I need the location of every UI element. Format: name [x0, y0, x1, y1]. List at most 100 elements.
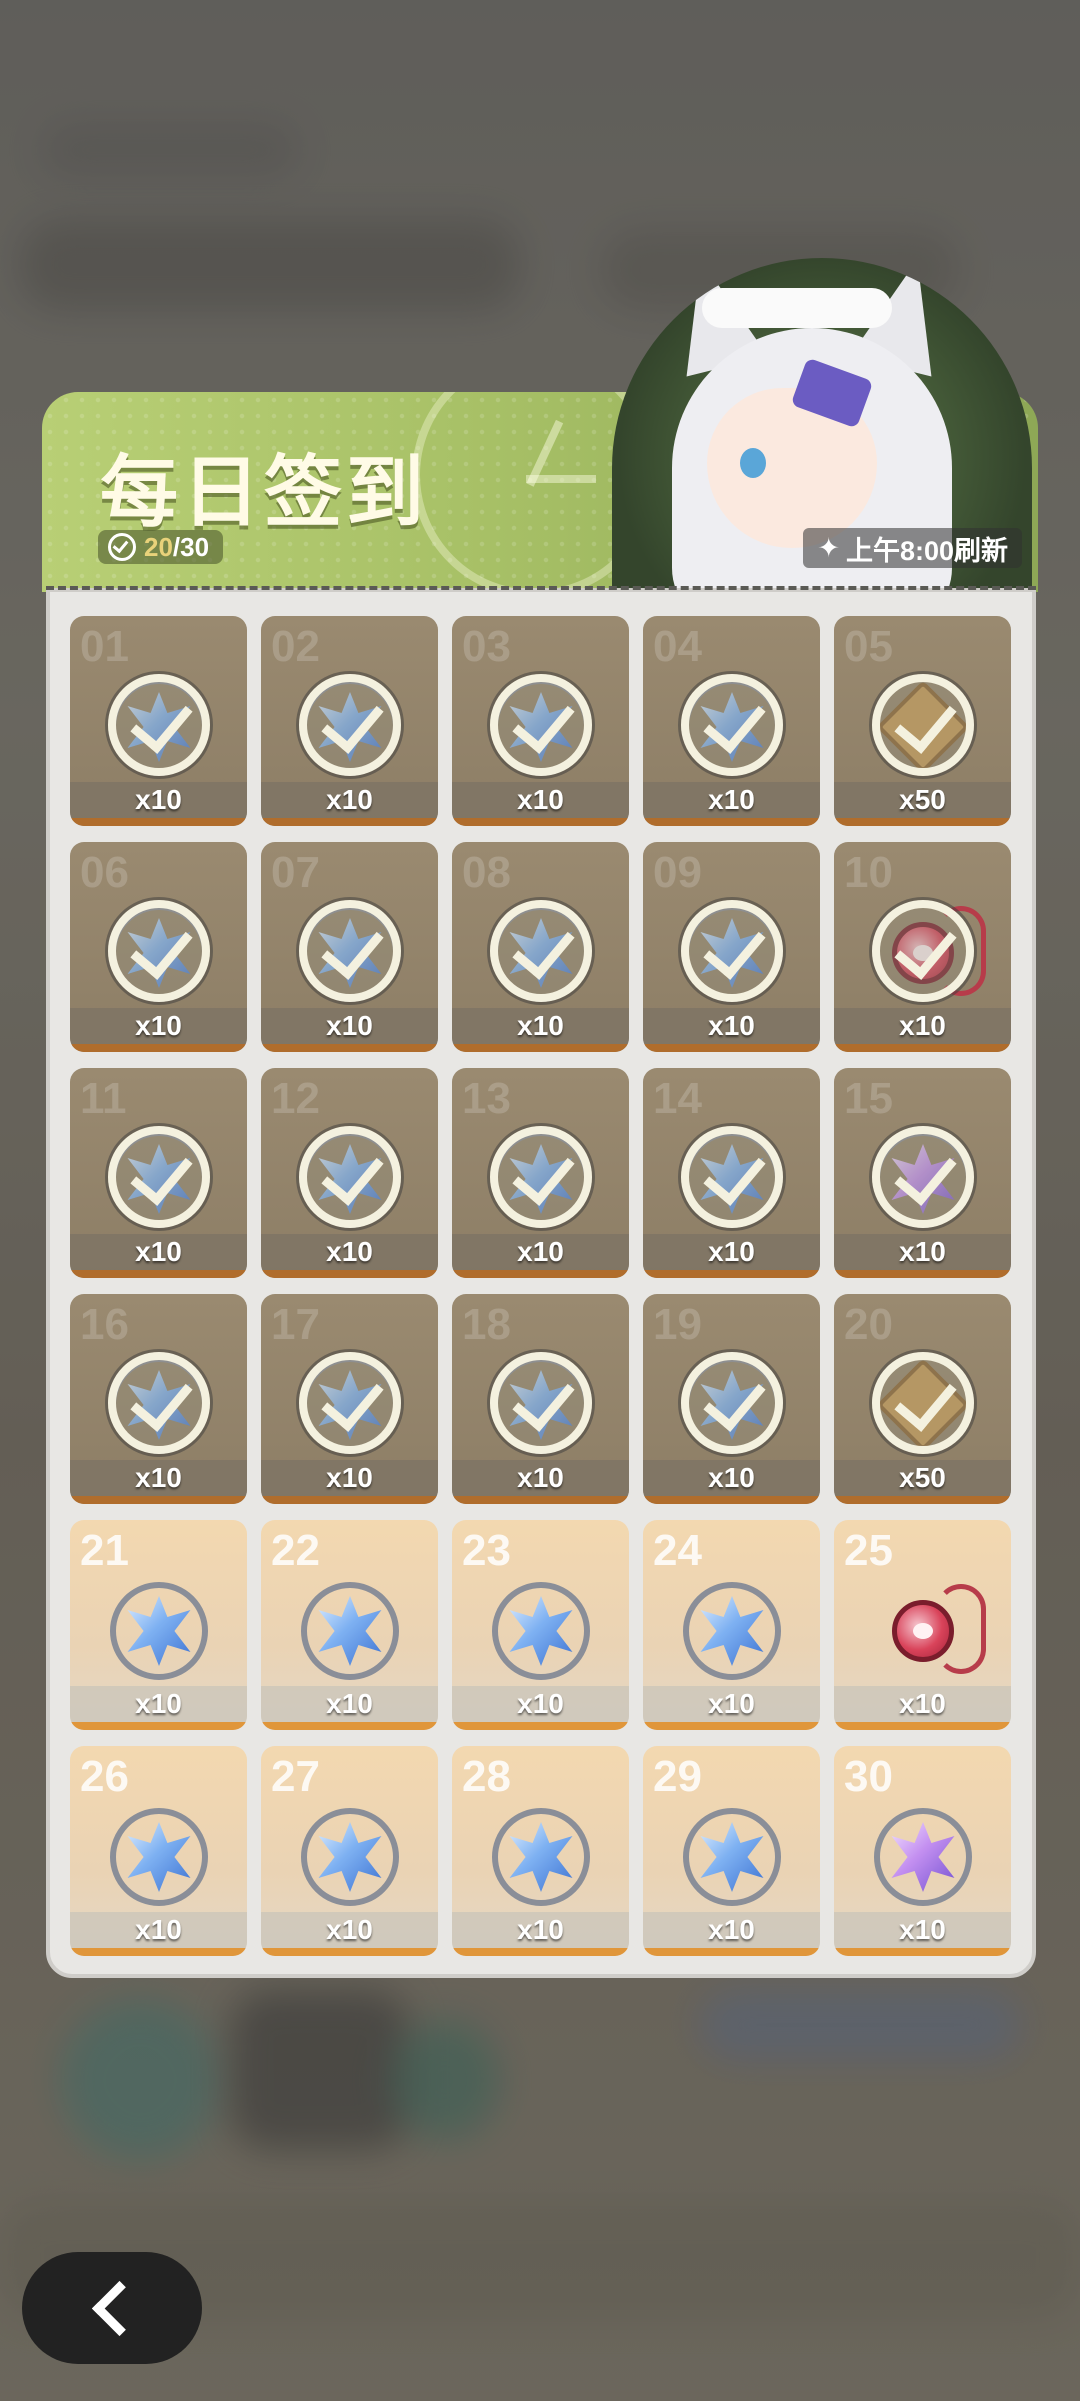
day-14-reward-tile[interactable]: 14 x10 [643, 1068, 820, 1278]
reward-quantity: x10 [899, 1688, 946, 1719]
back-button[interactable] [22, 2252, 202, 2364]
day-18-reward-tile[interactable]: 18 x10 [452, 1294, 629, 1504]
day-27-reward-tile[interactable]: 27 x10 [261, 1746, 438, 1956]
reward-quantity: x10 [708, 1010, 755, 1041]
claimed-check-icon [108, 674, 210, 776]
day-07-reward-tile[interactable]: 07 x10 [261, 842, 438, 1052]
reward-quantity: x10 [899, 1010, 946, 1041]
progress-total: /30 [172, 531, 210, 562]
day-20-reward-tile[interactable]: 20 x50 [834, 1294, 1011, 1504]
reward-quantity: x10 [326, 1236, 373, 1267]
day-number: 28 [462, 1752, 511, 1801]
day-number: 03 [462, 622, 511, 671]
chevron-left-icon [91, 2280, 147, 2336]
day-02-reward-tile[interactable]: 02 x10 [261, 616, 438, 826]
claimed-check-icon [299, 1352, 401, 1454]
day-22-reward-tile[interactable]: 22 x10 [261, 1520, 438, 1730]
day-number: 04 [653, 622, 702, 671]
reward-quantity: x10 [326, 1688, 373, 1719]
reward-quantity: x10 [708, 784, 755, 815]
day-number: 24 [653, 1526, 702, 1575]
day-number: 19 [653, 1300, 702, 1349]
blue-crystal-icon [301, 1808, 399, 1906]
day-03-reward-tile[interactable]: 03 x10 [452, 616, 629, 826]
reward-quantity: x10 [326, 1010, 373, 1041]
reward-quantity: x10 [135, 1462, 182, 1493]
claimed-check-icon [681, 900, 783, 1002]
day-29-reward-tile[interactable]: 29 x10 [643, 1746, 820, 1956]
sparkle-icon: ✦ [817, 532, 840, 563]
day-17-reward-tile[interactable]: 17 x10 [261, 1294, 438, 1504]
day-number: 08 [462, 848, 511, 897]
day-number: 26 [80, 1752, 129, 1801]
day-15-reward-tile[interactable]: 15 x10 [834, 1068, 1011, 1278]
claimed-check-icon [490, 1126, 592, 1228]
day-08-reward-tile[interactable]: 08 x10 [452, 842, 629, 1052]
day-number: 13 [462, 1074, 511, 1123]
day-12-reward-tile[interactable]: 12 x10 [261, 1068, 438, 1278]
day-26-reward-tile[interactable]: 26 x10 [70, 1746, 247, 1956]
day-number: 20 [844, 1300, 893, 1349]
blue-crystal-icon [110, 1808, 208, 1906]
day-24-reward-tile[interactable]: 24 x10 [643, 1520, 820, 1730]
claimed-check-icon [490, 900, 592, 1002]
reward-quantity: x50 [899, 1462, 946, 1493]
day-04-reward-tile[interactable]: 04 x10 [643, 616, 820, 826]
reward-quantity: x10 [517, 784, 564, 815]
refresh-text: 上午8:00刷新 [845, 535, 1008, 566]
reward-quantity: x10 [135, 1914, 182, 1945]
blue-crystal-icon [492, 1582, 590, 1680]
paw-charm-icon [874, 1582, 986, 1680]
day-number: 05 [844, 622, 893, 671]
reward-quantity: x10 [517, 1236, 564, 1267]
day-number: 12 [271, 1074, 320, 1123]
day-09-reward-tile[interactable]: 09 x10 [643, 842, 820, 1052]
blue-crystal-icon [683, 1808, 781, 1906]
reward-quantity: x10 [708, 1236, 755, 1267]
day-25-reward-tile[interactable]: 25 x10 [834, 1520, 1011, 1730]
claimed-check-icon [872, 1352, 974, 1454]
claimed-check-icon [490, 674, 592, 776]
day-30-reward-tile[interactable]: 30 x10 [834, 1746, 1011, 1956]
day-23-reward-tile[interactable]: 23 x10 [452, 1520, 629, 1730]
day-number: 22 [271, 1526, 320, 1575]
day-number: 18 [462, 1300, 511, 1349]
claimed-check-icon [299, 674, 401, 776]
day-number: 23 [462, 1526, 511, 1575]
reward-quantity: x10 [899, 1236, 946, 1267]
claimed-check-icon [681, 1126, 783, 1228]
day-number: 15 [844, 1074, 893, 1123]
day-11-reward-tile[interactable]: 11 x10 [70, 1068, 247, 1278]
claimed-check-icon [681, 1352, 783, 1454]
reward-quantity: x10 [135, 1010, 182, 1041]
claimed-check-icon [872, 674, 974, 776]
day-05-reward-tile[interactable]: 05 x50 [834, 616, 1011, 826]
blue-crystal-icon [301, 1582, 399, 1680]
day-number: 10 [844, 848, 893, 897]
claimed-check-icon [108, 1126, 210, 1228]
day-19-reward-tile[interactable]: 19 x10 [643, 1294, 820, 1504]
day-21-reward-tile[interactable]: 21 x10 [70, 1520, 247, 1730]
day-number: 14 [653, 1074, 702, 1123]
day-01-reward-tile[interactable]: 01 x10 [70, 616, 247, 826]
reward-quantity: x10 [517, 1688, 564, 1719]
reward-quantity: x10 [326, 1462, 373, 1493]
day-13-reward-tile[interactable]: 13 x10 [452, 1068, 629, 1278]
day-number: 30 [844, 1752, 893, 1801]
day-number: 11 [80, 1074, 127, 1123]
day-10-reward-tile[interactable]: 10 x10 [834, 842, 1011, 1052]
claimed-check-icon [299, 1126, 401, 1228]
reward-quantity: x10 [135, 1688, 182, 1719]
reward-quantity: x10 [708, 1688, 755, 1719]
reward-quantity: x50 [899, 784, 946, 815]
divider [46, 586, 1036, 590]
reward-grid: 01 x10 02 x10 03 x10 04 x10 05 x50 06 x10 07 x10 08 x10… [70, 616, 1011, 1956]
day-16-reward-tile[interactable]: 16 x10 [70, 1294, 247, 1504]
day-06-reward-tile[interactable]: 06 x10 [70, 842, 247, 1052]
checkin-calendar-panel: 01 x10 02 x10 03 x10 04 x10 05 x50 06 x10 07 x10 08 x10… [46, 588, 1036, 1978]
day-number: 29 [653, 1752, 702, 1801]
day-28-reward-tile[interactable]: 28 x10 [452, 1746, 629, 1956]
reward-quantity: x10 [517, 1462, 564, 1493]
day-number: 01 [80, 622, 129, 671]
day-number: 21 [80, 1526, 129, 1575]
